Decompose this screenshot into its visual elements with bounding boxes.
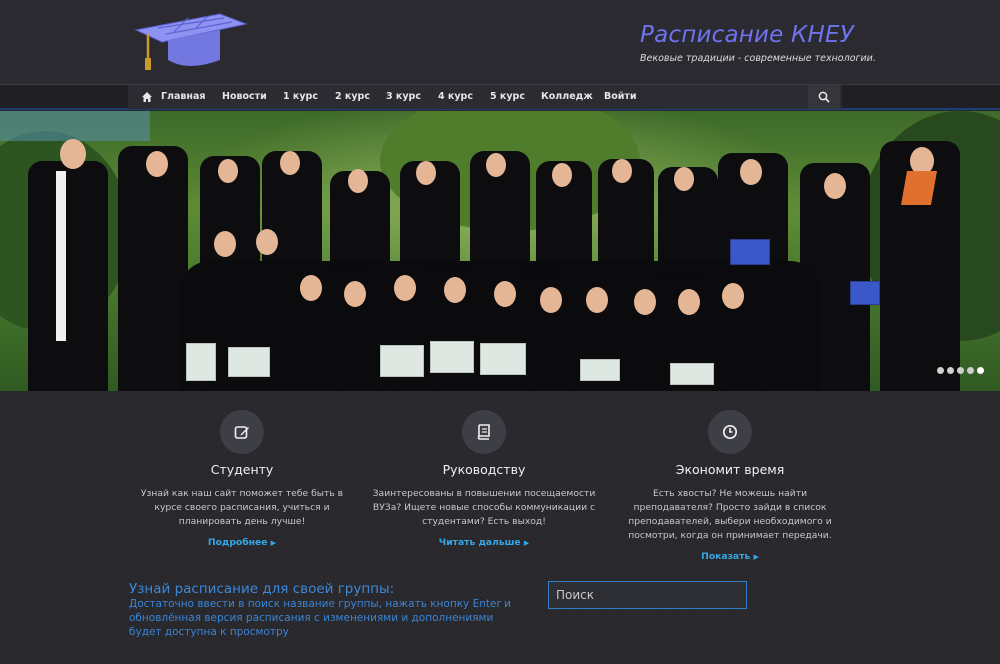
nav-item-college[interactable]: Колледж	[541, 85, 593, 109]
home-icon[interactable]	[141, 91, 153, 103]
feature-text: Узнай как наш сайт поможет тебе быть в к…	[140, 488, 344, 527]
feature-title: Студенту	[210, 462, 274, 477]
slider-dots	[934, 359, 984, 378]
clock-icon	[708, 410, 752, 454]
nav-item-course-3[interactable]: 3 курс	[386, 85, 421, 109]
feature-saves-time: Экономит время Есть хвосты? Не можешь на…	[610, 410, 850, 563]
feature-text: Есть хвосты? Не можешь найти преподавате…	[628, 488, 832, 541]
feature-link-show[interactable]: Показать ▶	[701, 551, 759, 562]
hero-slider[interactable]	[0, 111, 1000, 391]
feature-students: Студенту Узнай как наш сайт поможет тебе…	[122, 410, 362, 549]
slider-dot[interactable]	[967, 367, 974, 374]
nav-item-course-5[interactable]: 5 курс	[490, 85, 525, 109]
graduation-cap-icon[interactable]	[128, 12, 250, 74]
graduates-photo	[0, 111, 1000, 391]
site-header: Расписание КНЕУ Вековые традиции - совре…	[0, 0, 1000, 84]
book-icon	[462, 410, 506, 454]
schedule-heading: Узнай расписание для своей группы:	[129, 581, 395, 597]
schedule-description: Достаточно ввести в поиск название групп…	[129, 598, 511, 638]
caret-right-icon: ▶	[270, 539, 277, 547]
slider-dot[interactable]	[937, 367, 944, 374]
search-icon	[818, 91, 830, 103]
site-tagline: Вековые традиции - современные технологи…	[640, 53, 876, 64]
nav-item-home[interactable]: Главная	[161, 85, 206, 109]
nav-search-button[interactable]	[808, 85, 840, 109]
slider-dot[interactable]	[947, 367, 954, 374]
main-nav: Главная Новости 1 курс 2 курс 3 курс 4 к…	[0, 84, 1000, 110]
slider-dot-active[interactable]	[977, 367, 984, 374]
feature-management: Руководству Заинтересованы в повышении п…	[364, 410, 604, 549]
caret-right-icon: ▶	[753, 553, 759, 561]
edit-icon	[220, 410, 264, 454]
nav-item-course-4[interactable]: 4 курс	[438, 85, 473, 109]
feature-link-more[interactable]: Подробнее ▶	[208, 537, 276, 548]
feature-title: Руководству	[442, 462, 526, 477]
schedule-search-input[interactable]	[548, 581, 747, 609]
nav-item-news[interactable]: Новости	[222, 85, 267, 109]
nav-item-course-2[interactable]: 2 курс	[335, 85, 370, 109]
feature-text: Заинтересованы в повышении посещаемости …	[372, 488, 596, 527]
slider-dot[interactable]	[957, 367, 964, 374]
caret-right-icon: ▶	[523, 539, 530, 547]
feature-title: Экономит время	[675, 462, 785, 477]
feature-link-read-more[interactable]: Читать дальше ▶	[439, 537, 529, 548]
nav-item-login[interactable]: Войти	[604, 85, 637, 109]
nav-item-course-1[interactable]: 1 курс	[283, 85, 318, 109]
site-title[interactable]: Расписание КНЕУ	[640, 22, 854, 48]
